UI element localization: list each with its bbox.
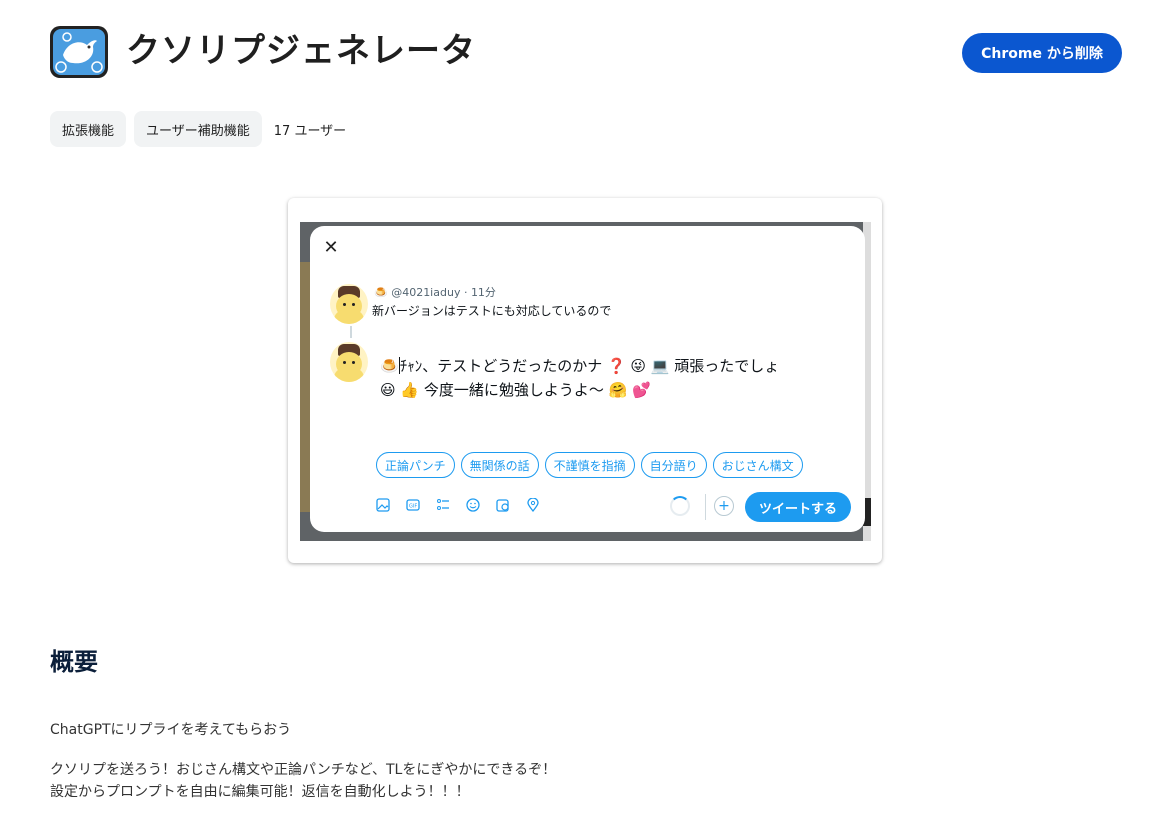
background-left bbox=[300, 262, 310, 512]
add-tweet-icon[interactable]: + bbox=[714, 496, 734, 516]
compose-line-1: ﾁｬﾝ、テストどうだったのかナ ❓ 😜 💻 頑張ったでしょ bbox=[399, 357, 780, 375]
overview-description: クソリプを送ろう！おじさん構文や正論パンチなど、TLをにぎやかにできるぞ！ 設定… bbox=[50, 759, 556, 803]
location-icon[interactable] bbox=[526, 498, 540, 512]
description-line-2: 設定からプロンプトを自由に編集可能！返信を自動化しよう！！！ bbox=[50, 784, 470, 800]
reply-avatar bbox=[330, 342, 368, 382]
schedule-icon[interactable] bbox=[496, 498, 510, 512]
overview-heading: 概要 bbox=[50, 648, 98, 676]
image-icon[interactable] bbox=[376, 498, 390, 512]
reply-modal: ✕ 🍮 @4021iaduy · 11分 新バージョンはテストにも対応しているの… bbox=[310, 226, 865, 532]
screenshot-card[interactable]: ✕ 🍮 @4021iaduy · 11分 新バージョンはテストにも対応しているの… bbox=[288, 198, 882, 563]
compose-line-2: 😃 👍 今度一緒に勉強しようよ〜 🤗 💕 bbox=[380, 381, 651, 399]
overview-summary: ChatGPTにリプライを考えてもらおう bbox=[50, 722, 292, 738]
gif-icon[interactable]: GIF bbox=[406, 498, 420, 512]
reply-compose-text[interactable]: 🍮ﾁｬﾝ、テストどうだったのかナ ❓ 😜 💻 頑張ったでしょ 😃 👍 今度一緒に… bbox=[380, 354, 840, 402]
description-line-1: クソリプを送ろう！おじさん構文や正論パンチなど、TLをにぎやかにできるぞ！ bbox=[50, 762, 557, 778]
bird-icon bbox=[55, 32, 103, 73]
remove-from-chrome-button[interactable]: Chrome から削除 bbox=[962, 33, 1122, 73]
pill-seiron-punch[interactable]: 正論パンチ bbox=[376, 452, 455, 478]
pill-ojisan[interactable]: おじさん構文 bbox=[712, 452, 803, 478]
screenshot-image: ✕ 🍮 @4021iaduy · 11分 新バージョンはテストにも対応しているの… bbox=[300, 222, 871, 541]
character-count-ring bbox=[670, 496, 690, 516]
compose-toolbar: GIF bbox=[376, 498, 540, 512]
chip-accessibility[interactable]: ユーザー補助機能 bbox=[134, 111, 262, 147]
original-tweet-text: 新バージョンはテストにも対応しているので bbox=[372, 304, 612, 318]
chip-extension[interactable]: 拡張機能 bbox=[50, 111, 127, 147]
extension-logo-icon bbox=[50, 26, 108, 78]
pill-indiscretion[interactable]: 不謹慎を指摘 bbox=[544, 452, 635, 478]
user-count: 17 ユーザー bbox=[273, 123, 347, 139]
avatar bbox=[330, 284, 368, 324]
extension-title: クソリプジェネレータ bbox=[126, 31, 476, 71]
tweet-button[interactable]: ツイートする bbox=[745, 492, 851, 522]
emoji-icon[interactable] bbox=[466, 498, 480, 512]
pill-unrelated[interactable]: 無関係の話 bbox=[460, 452, 539, 478]
svg-text:GIF: GIF bbox=[409, 504, 417, 510]
tweet-meta: 🍮 @4021iaduy · 11分 bbox=[374, 286, 496, 299]
reply-style-pills: 正論パンチ 無関係の話 不謹慎を指摘 自分語り おじさん構文 bbox=[376, 452, 803, 478]
toolbar-divider bbox=[705, 494, 706, 520]
compose-emoji: 🍮 bbox=[380, 357, 399, 375]
close-icon[interactable]: ✕ bbox=[316, 232, 346, 262]
pill-self-talk[interactable]: 自分語り bbox=[640, 452, 707, 478]
poll-icon[interactable] bbox=[436, 498, 450, 512]
category-chips: 拡張機能 ユーザー補助機能 17 ユーザー bbox=[50, 111, 346, 147]
thread-line bbox=[350, 326, 352, 338]
